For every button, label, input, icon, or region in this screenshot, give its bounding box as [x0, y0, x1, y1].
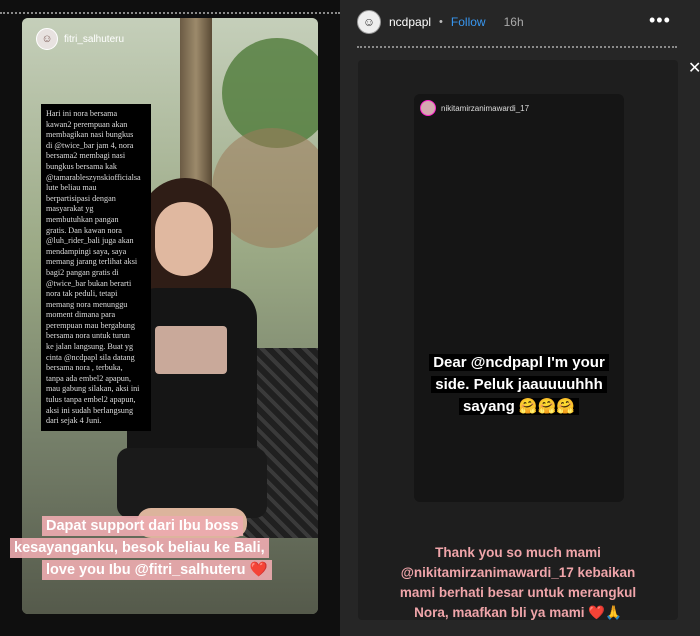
caption-line: gratis. Dan kawan nora [46, 225, 122, 235]
right-story-card[interactable]: nikitamirzanimawardi_17 Dear @ncdpapl I'… [358, 60, 678, 620]
avatar-icon[interactable]: ☺ [357, 10, 381, 34]
story-progress-bar [0, 12, 340, 14]
left-story-panel: ☺ fitri_salhuteru Hari ini nora bersama k… [0, 0, 340, 636]
separator-dot: • [439, 16, 443, 28]
story-caption-text: Hari ini nora bersama kawan2 perempuan ak… [41, 104, 151, 431]
caption-line: bersama nora , terbuka, [46, 363, 123, 373]
caption-line: aksi ini sudah berlangsung [46, 405, 134, 415]
caption-line: kawan2 perempuan akan [46, 119, 128, 129]
caption-line: dari sejak 4 Juni. [46, 416, 102, 426]
right-story-username[interactable]: ncdpapl [389, 15, 431, 29]
caption-line: tulus tanpa embel2 apapun, [46, 395, 136, 405]
caption-line: @twice_bar bukan berarti [46, 278, 132, 288]
right-story-panel: ☺ ncdpapl • Follow 16h ••• nikitamirzani… [340, 0, 700, 636]
caption-line: membagikan nasi bungkus [46, 130, 134, 140]
caption-line: bersama2 membagi nasi [46, 151, 126, 161]
follow-button[interactable]: Follow [451, 15, 486, 29]
reposted-story[interactable]: nikitamirzanimawardi_17 Dear @ncdpapl I'… [414, 94, 624, 502]
close-icon[interactable]: ✕ [688, 58, 700, 78]
caption-line: mau gabung silakan, aksi ini [46, 384, 140, 394]
thanks-line-3: mami berhati besar untuk merangkul [399, 585, 637, 600]
caption-line: moment dimana para [46, 310, 116, 320]
caption-line: memang nora menunggu [46, 299, 128, 309]
dear-message: Dear @ncdpapl I'm your side. Peluk jaauu… [414, 352, 624, 418]
post-time: 16h [503, 15, 524, 29]
caption-line: Hari ini nora bersama [46, 109, 118, 118]
caption-line: mendampingi saya, saya [46, 246, 127, 256]
caption-line: lute beliau mau [46, 183, 97, 193]
avatar-icon[interactable]: ☺ [36, 28, 58, 50]
pink-caption-line-3: love you Ibu @fitri_salhuteru ❤️ [42, 560, 272, 580]
caption-line: @luh_rider_bali juga akan [46, 236, 134, 246]
reposted-story-header: nikitamirzanimawardi_17 [420, 100, 529, 116]
thanks-caption: Thank you so much mami @nikitamirzanimaw… [358, 543, 678, 623]
caption-line: cinta @ncdpapl sila datang [46, 352, 135, 362]
caption-line: tanpa ada embel2 apapun, [46, 373, 132, 383]
caption-line: ke jalan langsung. Buat yg [46, 342, 134, 352]
caption-line: membutuhkan pangan [46, 214, 119, 224]
reposted-username: nikitamirzanimawardi_17 [441, 103, 530, 113]
caption-line: berpartisipasi dengan [46, 193, 116, 203]
caption-line: memang jarang terlihat aksi [46, 257, 138, 267]
story-progress-bar [357, 46, 677, 48]
pink-caption-line-1: Dapat support dari Ibu boss [42, 516, 243, 536]
thanks-line-1: Thank you so much mami [435, 545, 601, 560]
caption-line: @tamarableszynskiofficialsa [46, 172, 141, 182]
caption-line: bungkus bersama kak [46, 161, 117, 171]
left-story-header[interactable]: ☺ fitri_salhuteru [36, 28, 124, 50]
avatar-icon [420, 100, 436, 116]
dear-message-text: Dear @ncdpapl I'm your side. Peluk jaauu… [429, 354, 609, 415]
thanks-line-4: Nora, maafkan bli ya mami ❤️🙏 [414, 605, 622, 620]
shirt-print [155, 326, 227, 374]
caption-line: bagi2 pangan gratis di [46, 267, 119, 277]
right-story-header: ☺ ncdpapl • Follow 16h [357, 10, 524, 34]
thanks-line-2: @nikitamirzanimawardi_17 kebaikan [400, 565, 636, 580]
caption-line: di @twice_bar jam 4, nora [46, 140, 134, 150]
caption-line: masyarakat yg [46, 204, 94, 214]
caption-line: bersama nora untuk turun [46, 331, 130, 341]
left-story-username[interactable]: fitri_salhuteru [64, 34, 124, 45]
caption-line: nora tak peduli, tetapi [46, 289, 118, 299]
pink-caption-line-2: kesayanganku, besok beliau ke Bali, [10, 538, 269, 558]
caption-line: perempuan mau bergabung [46, 320, 135, 330]
face [155, 202, 213, 276]
more-options-icon[interactable]: ••• [649, 11, 671, 29]
